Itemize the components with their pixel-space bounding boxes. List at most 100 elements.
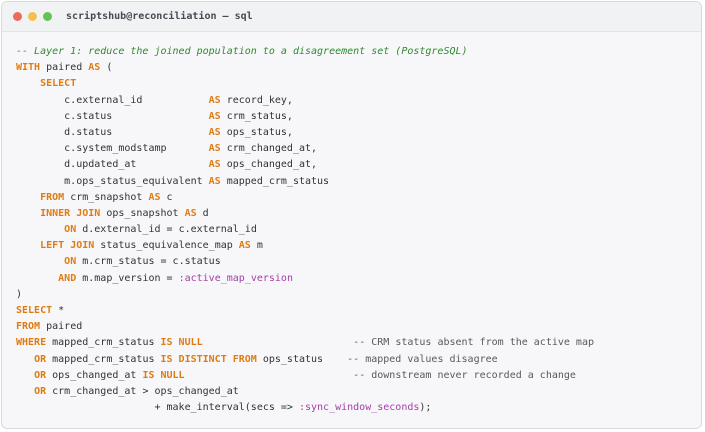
code-line: OR mapped_crm_status IS DISTINCT FROM op…: [16, 352, 594, 368]
sql-keyword: AS: [148, 191, 161, 203]
code-line: c.external_id AS record_key,: [16, 93, 594, 109]
code-line: d.updated_at AS ops_changed_at,: [16, 157, 594, 173]
sql-keyword: IS DISTINCT FROM: [160, 353, 257, 365]
code-text: m.ops_status_equivalent: [16, 175, 209, 187]
sql-keyword: OR: [34, 369, 47, 381]
code-line: ON m.crm_status = c.status: [16, 254, 594, 270]
sql-keyword: LEFT JOIN: [40, 240, 95, 252]
sql-keyword: AS: [88, 62, 101, 74]
code-line: LEFT JOIN status_equivalence_map AS m: [16, 238, 594, 254]
code-line: FROM paired: [16, 319, 594, 335]
sql-keyword: IS NULL: [160, 337, 203, 349]
maximize-window-icon[interactable]: [43, 12, 52, 21]
code-text: paired: [40, 321, 83, 333]
code-line: WITH paired AS (: [16, 60, 594, 76]
code-text: (: [100, 62, 113, 74]
code-text: );: [419, 402, 432, 414]
code-line: d.status AS ops_status,: [16, 125, 594, 141]
code-text: paired: [40, 62, 89, 74]
code-line: WHERE mapped_crm_status IS NULL -- CRM s…: [16, 335, 594, 351]
code-line: m.ops_status_equivalent AS mapped_crm_st…: [16, 174, 594, 190]
code-line: SELECT *: [16, 303, 594, 319]
code-line: OR ops_changed_at IS NULL -- downstream …: [16, 368, 594, 384]
code-text: c.system_modstamp: [16, 143, 209, 155]
code-line: AND m.map_version = :active_map_version: [16, 271, 594, 287]
sql-keyword: AND: [58, 272, 77, 284]
sql-code-editor[interactable]: -- Layer 1: reduce the joined population…: [16, 44, 594, 416]
code-line: OR crm_changed_at > ops_changed_at: [16, 384, 594, 400]
title-bar: scriptshub@reconciliation — sql: [2, 2, 701, 32]
code-text: ops_status,: [220, 126, 293, 138]
sql-keyword: AS: [184, 207, 197, 219]
code-line: c.status AS crm_status,: [16, 109, 594, 125]
sql-keyword: AS: [208, 94, 221, 106]
code-line: + make_interval(secs => :sync_window_sec…: [16, 400, 594, 416]
code-text: status_equivalence_map: [94, 240, 239, 252]
sql-parameter: :active_map_version: [178, 272, 293, 284]
code-line: -- Layer 1: reduce the joined population…: [16, 44, 594, 60]
window-title: scriptshub@reconciliation — sql: [66, 11, 253, 22]
code-text: c.status: [16, 110, 209, 122]
sql-comment: -- Layer 1: reduce the joined population…: [16, 46, 468, 57]
sql-keyword: ON: [64, 256, 77, 268]
code-text: c: [160, 191, 173, 203]
code-text: d.status: [16, 126, 209, 138]
sql-keyword: AS: [208, 110, 221, 122]
sql-keyword: AS: [208, 175, 221, 187]
sql-keyword: ON: [64, 224, 77, 236]
sql-keyword: FROM: [40, 191, 65, 203]
code-text: crm_status,: [220, 110, 293, 122]
code-text: d.updated_at: [16, 159, 209, 171]
sql-keyword: SELECT: [16, 305, 53, 316]
code-text: d: [196, 207, 209, 219]
code-text: ops_status: [256, 353, 348, 365]
code-text: ops_changed_at: [46, 369, 143, 381]
code-line: c.system_modstamp AS crm_changed_at,: [16, 141, 594, 157]
code-line: INNER JOIN ops_snapshot AS d: [16, 206, 594, 222]
code-text: c.external_id: [16, 94, 209, 106]
sql-keyword: AS: [208, 159, 221, 171]
sql-comment: -- CRM status absent from the active map: [353, 337, 594, 349]
code-text: record_key,: [220, 94, 293, 106]
minimize-window-icon[interactable]: [28, 12, 37, 21]
editor-window: scriptshub@reconciliation — sql -- Layer…: [1, 1, 702, 429]
sql-keyword: WITH: [16, 62, 41, 74]
code-text: crm_changed_at > ops_changed_at: [46, 385, 239, 397]
code-text: crm_snapshot: [64, 191, 149, 203]
code-text: mapped_crm_status: [46, 353, 161, 365]
code-text: ops_snapshot: [100, 207, 185, 219]
code-line: FROM crm_snapshot AS c: [16, 190, 594, 206]
sql-keyword: IS NULL: [142, 369, 185, 381]
sql-keyword: INNER JOIN: [40, 207, 101, 219]
code-text: m: [250, 240, 263, 252]
code-text: + make_interval(secs =>: [16, 402, 299, 414]
close-window-icon[interactable]: [13, 12, 22, 21]
sql-keyword: SELECT: [40, 78, 77, 90]
code-text: mapped_crm_status: [220, 175, 330, 187]
sql-keyword: OR: [34, 385, 47, 397]
code-text: ): [16, 288, 23, 300]
code-text: d.external_id = c.external_id: [76, 224, 257, 236]
code-text: m.map_version =: [76, 272, 179, 284]
code-line: ON d.external_id = c.external_id: [16, 222, 594, 238]
code-text: mapped_crm_status: [46, 337, 161, 349]
sql-keyword: AS: [208, 143, 221, 155]
sql-comment: -- downstream never recorded a change: [353, 369, 576, 381]
code-line: SELECT: [16, 76, 594, 92]
sql-keyword: AS: [208, 126, 221, 138]
code-text: m.crm_status = c.status: [76, 256, 221, 268]
sql-keyword: WHERE: [16, 337, 47, 349]
sql-parameter: :sync_window_seconds: [298, 402, 420, 414]
sql-keyword: AS: [238, 240, 251, 252]
code-line: ): [16, 287, 594, 303]
